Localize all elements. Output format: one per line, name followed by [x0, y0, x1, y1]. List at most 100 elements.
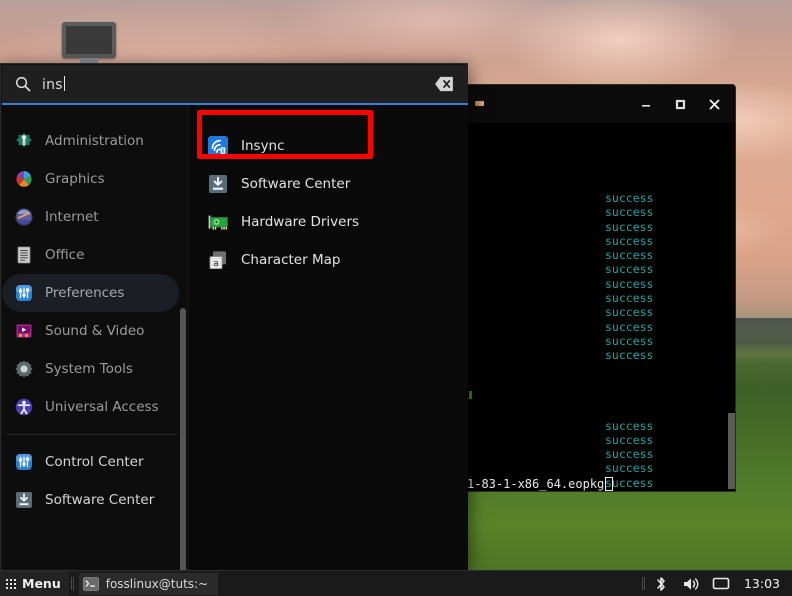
- terminal-output[interactable]: success success success success success …: [467, 123, 735, 491]
- terminal-line: success: [605, 262, 654, 277]
- terminal-line: success: [605, 248, 654, 263]
- search-bar[interactable]: ins: [2, 65, 468, 103]
- sidebar-item-system-tools[interactable]: System Tools: [2, 350, 179, 388]
- terminal-green-marker: [469, 391, 472, 399]
- menu-button-label: Menu: [22, 576, 61, 591]
- terminal-line: success: [605, 191, 654, 205]
- sidebar-item-label: Software Center: [45, 492, 155, 508]
- terminal-line: success: [605, 348, 654, 363]
- sidebar-item-preferences[interactable]: Preferences: [2, 274, 179, 312]
- application-menu[interactable]: ins Administration Graphics Internet Off…: [0, 63, 468, 596]
- svg-text:a: a: [213, 259, 219, 269]
- sidebar-item-label: Control Center: [45, 454, 144, 470]
- bluetooth-icon[interactable]: [651, 574, 671, 594]
- result-item-insync[interactable]: Insync: [189, 127, 468, 165]
- clear-backspace-icon[interactable]: [434, 76, 454, 92]
- sidebar-item-sound-video[interactable]: Sound & Video: [2, 312, 179, 350]
- preferences-icon: [14, 283, 34, 303]
- result-item-character-map[interactable]: a a Character Map: [189, 241, 468, 279]
- terminal-blank-gap: [467, 363, 735, 419]
- minimize-icon: [642, 105, 650, 107]
- volume-icon[interactable]: [681, 574, 701, 594]
- sound-video-icon: [14, 321, 34, 341]
- search-icon: [15, 76, 31, 92]
- system-tools-icon: [14, 359, 34, 379]
- taskbar-item-terminal[interactable]: fosslinux@tuts:~: [78, 572, 219, 595]
- text-caret: [63, 75, 65, 91]
- terminal-line: success: [605, 276, 654, 291]
- result-item-label: Hardware Drivers: [241, 214, 360, 230]
- maximize-button[interactable]: [667, 91, 693, 117]
- sidebar-item-label: Sound & Video: [45, 323, 145, 339]
- sidebar-item-office[interactable]: Office: [2, 236, 179, 274]
- sidebar-item-internet[interactable]: Internet: [2, 198, 179, 236]
- terminal-line: success: [605, 319, 654, 334]
- display-settings-icon[interactable]: [62, 22, 116, 63]
- search-results-list[interactable]: Insync Software Center Hardware Drivers …: [189, 105, 468, 570]
- terminal-line: success: [605, 205, 654, 220]
- result-item-hardware-drivers[interactable]: Hardware Drivers: [189, 203, 468, 241]
- character-map-icon: a a: [207, 249, 229, 271]
- sidebar-item-label: Universal Access: [45, 399, 159, 415]
- close-icon: [709, 99, 719, 109]
- terminal-line: success: [605, 447, 654, 462]
- display-icon[interactable]: [711, 574, 731, 594]
- terminal-line: success: [605, 291, 654, 306]
- apps-grid-icon: [6, 578, 16, 589]
- sidebar-item-control-center[interactable]: Control Center: [2, 443, 187, 481]
- terminal-window[interactable]: success success success success success …: [466, 84, 736, 492]
- office-icon: [14, 245, 34, 265]
- result-item-label: Software Center: [241, 176, 351, 192]
- result-item-label: Character Map: [241, 252, 341, 268]
- result-item-label: Insync: [241, 138, 285, 154]
- graphics-icon: [14, 169, 34, 189]
- terminal-line: success: [605, 432, 654, 447]
- terminal-icon: [82, 576, 99, 591]
- sidebar-item-graphics[interactable]: Graphics: [2, 160, 179, 198]
- sidebar-item-label: Graphics: [45, 171, 105, 187]
- taskbar[interactable]: Menu fosslinux@tuts:~ 13:03: [0, 570, 792, 596]
- universal-access-icon: [14, 397, 34, 417]
- taskbar-item-label: fosslinux@tuts:~: [105, 576, 209, 591]
- software-center-icon: [14, 490, 34, 510]
- sidebar-item-label: System Tools: [45, 361, 133, 377]
- maximize-icon: [675, 99, 686, 110]
- panel-grip[interactable]: [69, 571, 75, 596]
- close-button[interactable]: [701, 91, 727, 117]
- taskbar-clock[interactable]: 13:03: [744, 576, 780, 591]
- search-input[interactable]: ins: [42, 75, 65, 93]
- desktop-screen: success success success success success …: [0, 0, 792, 596]
- result-item-software-center[interactable]: Software Center: [189, 165, 468, 203]
- sidebar-item-universal-access[interactable]: Universal Access: [2, 388, 179, 426]
- terminal-prompt-text: 1-83-1-x86_64.eopkg: [467, 476, 605, 491]
- monitor-screen: [66, 26, 112, 54]
- sidebar-item-administration[interactable]: Administration: [2, 122, 179, 160]
- terminal-scrollbar[interactable]: [728, 413, 735, 489]
- terminal-title-icon: [475, 101, 484, 106]
- terminal-cursor: [605, 476, 614, 491]
- terminal-line: success: [605, 461, 654, 476]
- terminal-titlebar[interactable]: [467, 85, 735, 123]
- menu-sidebar[interactable]: Administration Graphics Internet Office …: [2, 105, 187, 570]
- terminal-line: success: [605, 418, 654, 433]
- sidebar-item-label: Preferences: [45, 285, 125, 301]
- sidebar-item-software-center[interactable]: Software Center: [2, 481, 187, 519]
- category-list: Administration Graphics Internet Office …: [2, 105, 187, 519]
- software-center-icon: [207, 173, 229, 195]
- minimize-button[interactable]: [633, 91, 659, 117]
- system-tray[interactable]: 13:03: [640, 571, 792, 596]
- insync-icon: [207, 135, 229, 157]
- terminal-line: success: [605, 233, 654, 248]
- sidebar-scrollbar[interactable]: [180, 308, 186, 570]
- control-center-icon: [14, 452, 34, 472]
- tray-grip[interactable]: [640, 571, 646, 596]
- menu-button[interactable]: Menu: [0, 570, 69, 596]
- terminal-line: success: [605, 333, 654, 348]
- administration-icon: [14, 131, 34, 151]
- monitor-body: [62, 22, 116, 58]
- terminal-prompt-line: 1-83-1-x86_64.eopkg: [467, 476, 614, 491]
- sidebar-item-label: Administration: [45, 133, 144, 149]
- hardware-drivers-icon: [207, 211, 229, 233]
- sidebar-item-label: Internet: [45, 209, 99, 225]
- sidebar-divider: [6, 434, 177, 435]
